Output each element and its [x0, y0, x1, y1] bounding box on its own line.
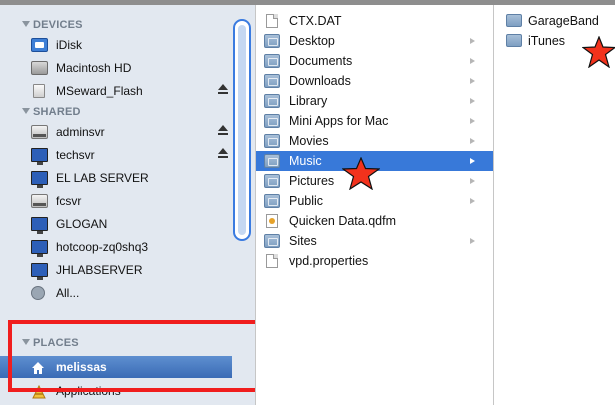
- folder-row-library[interactable]: Library: [256, 91, 494, 111]
- folder-row-sites[interactable]: Sites: [256, 231, 494, 251]
- network-computer-icon: [31, 240, 48, 257]
- folder-icon: [264, 194, 280, 208]
- disclosure-arrow-icon: [470, 138, 475, 144]
- disclosure-arrow-icon: [470, 58, 475, 64]
- folder-icon: [264, 54, 280, 68]
- disclosure-arrow-icon: [470, 158, 475, 164]
- network-globe-icon: [31, 286, 45, 300]
- folder-icon: [506, 14, 522, 27]
- sidebar-item-techsvr[interactable]: techsvr: [0, 144, 232, 166]
- browser-column-home: CTX.DAT Desktop Documents Downloads Libr…: [255, 5, 494, 405]
- file-row-ctx-dat[interactable]: CTX.DAT: [256, 11, 494, 31]
- disclosure-triangle-icon[interactable]: [22, 21, 30, 27]
- folder-icon: [264, 74, 280, 88]
- eject-icon[interactable]: [218, 84, 228, 96]
- folder-icon: [506, 34, 522, 47]
- folder-icon: [264, 34, 280, 48]
- folder-icon: [264, 234, 280, 248]
- highlight-box-places: [8, 320, 265, 392]
- sidebar-item-el-lab-server[interactable]: EL LAB SERVER: [0, 167, 232, 189]
- folder-icon: [264, 174, 280, 188]
- quicken-document-icon: [266, 214, 278, 228]
- server-icon: [31, 194, 48, 208]
- server-icon: [31, 125, 48, 139]
- folder-icon: [264, 134, 280, 148]
- network-computer-icon: [31, 148, 48, 165]
- disclosure-arrow-icon: [470, 178, 475, 184]
- section-header-shared[interactable]: SHARED: [22, 106, 81, 118]
- network-computer-icon: [31, 217, 48, 234]
- disclosure-arrow-icon: [470, 98, 475, 104]
- folder-row-downloads[interactable]: Downloads: [256, 71, 494, 91]
- idisk-icon: [31, 38, 48, 52]
- eject-icon[interactable]: [218, 148, 228, 160]
- disclosure-arrow-icon: [470, 118, 475, 124]
- sidebar-item-glogan[interactable]: GLOGAN: [0, 213, 232, 235]
- hard-drive-icon: [31, 61, 48, 75]
- folder-icon: [264, 114, 280, 128]
- sidebar-item-jhlabserver[interactable]: JHLABSERVER: [0, 259, 232, 281]
- network-computer-icon: [31, 263, 48, 280]
- sidebar-item-fcsvr[interactable]: fcsvr: [0, 190, 232, 212]
- folder-row-desktop[interactable]: Desktop: [256, 31, 494, 51]
- document-icon: [266, 254, 278, 268]
- folder-row-documents[interactable]: Documents: [256, 51, 494, 71]
- disclosure-arrow-icon: [470, 78, 475, 84]
- disclosure-arrow-icon: [470, 238, 475, 244]
- sidebar-item-macintosh-hd[interactable]: Macintosh HD: [0, 57, 232, 79]
- folder-icon: [264, 94, 280, 108]
- file-row-quicken-data[interactable]: Quicken Data.qdfm: [256, 211, 494, 231]
- folder-row-public[interactable]: Public: [256, 191, 494, 211]
- sidebar-item-idisk[interactable]: iDisk: [0, 34, 232, 56]
- music-folder-icon: [264, 154, 280, 168]
- section-header-devices[interactable]: DEVICES: [22, 19, 83, 31]
- folder-row-garageband[interactable]: GarageBand: [494, 11, 615, 31]
- folder-row-movies[interactable]: Movies: [256, 131, 494, 151]
- document-icon: [266, 14, 278, 28]
- star-annotation-music: [342, 157, 380, 190]
- file-row-vpd-properties[interactable]: vpd.properties: [256, 251, 494, 271]
- sidebar-scrollbar[interactable]: [233, 19, 251, 241]
- sidebar-item-mseward-flash[interactable]: MSeward_Flash: [0, 80, 232, 102]
- disclosure-arrow-icon: [470, 198, 475, 204]
- star-annotation-itunes: [582, 36, 615, 68]
- eject-icon[interactable]: [218, 125, 228, 137]
- disclosure-arrow-icon: [470, 38, 475, 44]
- network-computer-icon: [31, 171, 48, 188]
- folder-row-mini-apps[interactable]: Mini Apps for Mac: [256, 111, 494, 131]
- sidebar-item-all[interactable]: All...: [0, 282, 232, 304]
- sidebar-item-hotcoop[interactable]: hotcoop-zq0shq3: [0, 236, 232, 258]
- sidebar-item-adminsvr[interactable]: adminsvr: [0, 121, 232, 143]
- disclosure-triangle-icon[interactable]: [22, 108, 30, 114]
- flash-drive-icon: [33, 84, 45, 98]
